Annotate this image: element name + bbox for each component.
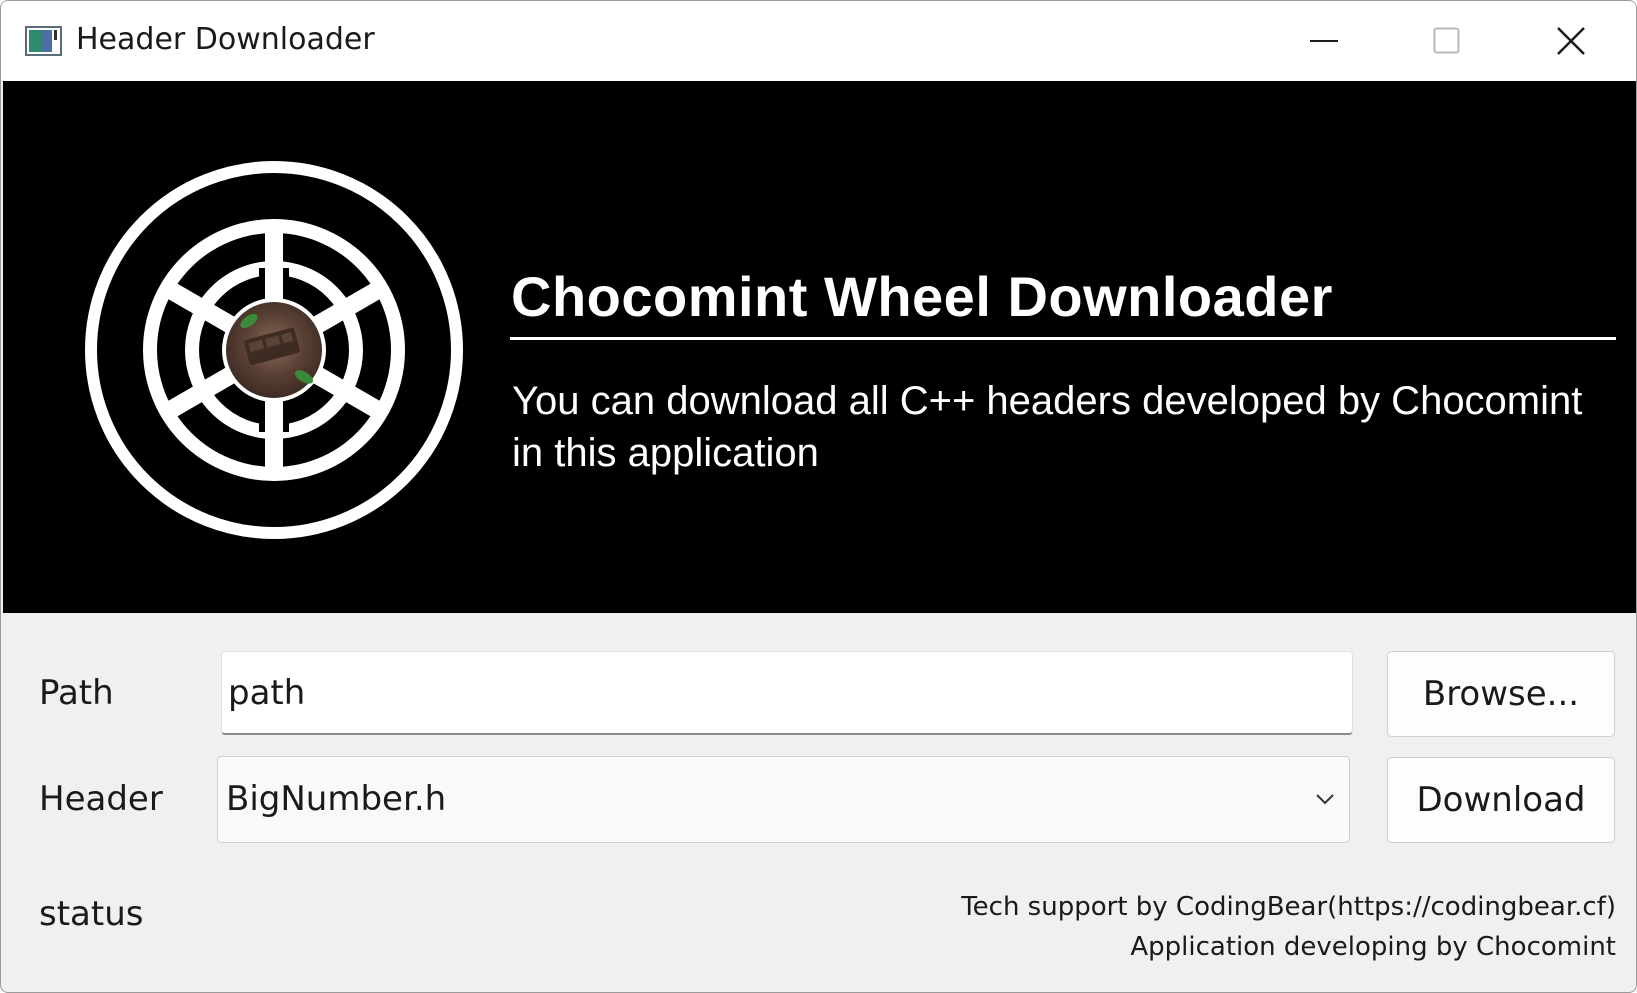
status-label: status: [39, 894, 144, 934]
chevron-down-icon: [1316, 794, 1334, 805]
banner: Chocomint Wheel Downloader You can downl…: [3, 81, 1636, 613]
credits-tech-support: Tech support by CodingBear(https://codin…: [961, 892, 1616, 922]
minimize-icon: [1310, 40, 1338, 42]
download-button[interactable]: Download: [1387, 757, 1615, 843]
banner-title: Chocomint Wheel Downloader: [511, 265, 1333, 328]
app-window: Header Downloader Chocomint Wheel Downlo…: [0, 0, 1637, 993]
window-title: Header Downloader: [76, 22, 375, 57]
header-select[interactable]: BigNumber.h: [217, 756, 1350, 843]
banner-divider: [510, 337, 1616, 340]
close-button[interactable]: [1511, 1, 1631, 81]
maximize-button[interactable]: [1387, 1, 1507, 81]
path-label: Path: [39, 673, 114, 713]
browse-button[interactable]: Browse...: [1387, 651, 1615, 737]
app-icon: [25, 26, 62, 56]
header-select-value: BigNumber.h: [226, 779, 447, 819]
credits: Tech support by CodingBear(https://codin…: [961, 887, 1616, 967]
path-input[interactable]: [221, 651, 1353, 735]
chocomint-wheel-logo: [85, 161, 463, 539]
title-bar[interactable]: Header Downloader: [1, 1, 1636, 81]
minimize-button[interactable]: [1265, 1, 1385, 81]
credits-developer: Application developing by Chocomint: [1130, 932, 1616, 962]
close-icon: [1557, 27, 1585, 55]
maximize-icon: [1433, 27, 1460, 54]
header-label: Header: [39, 779, 163, 819]
banner-description: You can download all C++ headers develop…: [512, 379, 1583, 475]
